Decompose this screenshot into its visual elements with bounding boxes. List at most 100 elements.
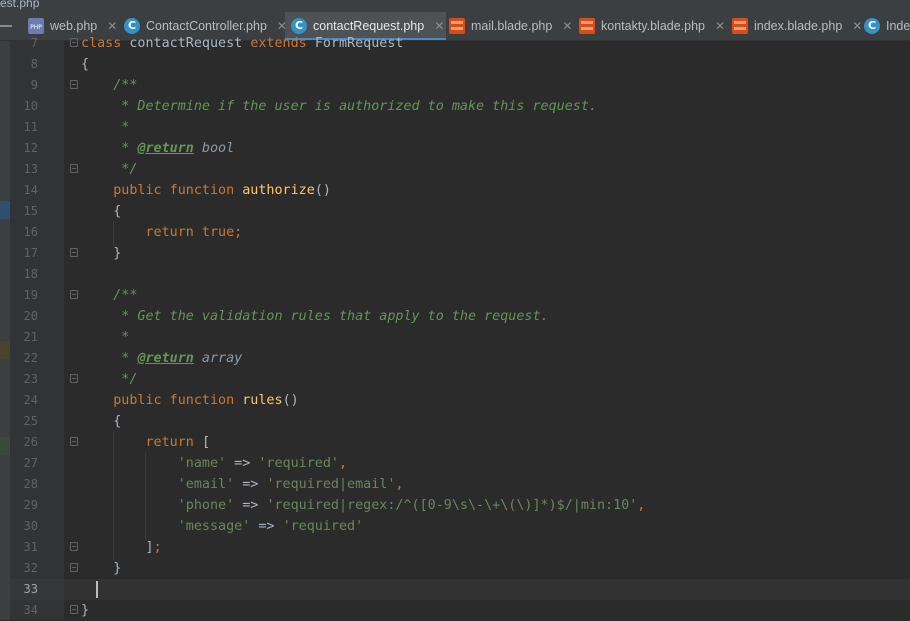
code-text: /** [113, 288, 138, 303]
close-icon[interactable]: ✕ [715, 19, 725, 33]
tab-label: mail.blade.php [471, 19, 553, 33]
blade-file-icon [732, 18, 748, 34]
code-text: * [113, 330, 130, 345]
code-line[interactable]: 8{ [0, 54, 910, 75]
fold-icon[interactable] [70, 374, 78, 383]
code-line[interactable]: 20 * Get the validation rules that apply… [0, 306, 910, 327]
line-number: 21 [23, 330, 38, 344]
line-number: 11 [23, 120, 38, 134]
fold-icon[interactable] [70, 164, 78, 173]
code-line[interactable]: 23 */ [0, 369, 910, 390]
code-text: { [81, 414, 122, 429]
line-number: 8 [30, 57, 38, 71]
line-number: 23 [23, 372, 38, 386]
code-text: 'name' => 'required', [177, 456, 348, 471]
code-line[interactable]: 28 'email' => 'required|email', [0, 474, 910, 495]
blade-file-icon [579, 18, 595, 34]
code-text: public function authorize() [113, 183, 331, 198]
code-line[interactable]: 14 public function authorize() [0, 180, 910, 201]
line-number: 9 [30, 78, 38, 92]
code-line[interactable]: 25 { [0, 411, 910, 432]
line-number: 26 [23, 435, 38, 449]
tab-overflow-icon[interactable] [0, 25, 12, 27]
code-text: } [81, 561, 122, 576]
code-line[interactable]: 33 [0, 579, 910, 600]
php-file-icon [28, 18, 44, 34]
line-number: 27 [23, 456, 38, 470]
blade-file-icon [449, 18, 465, 34]
code-line[interactable]: 21 * [0, 327, 910, 348]
line-number: 25 [23, 414, 38, 428]
code-text: * Get the validation rules that apply to… [113, 309, 549, 324]
line-number: 30 [23, 519, 38, 533]
code-line[interactable]: 32 } [0, 558, 910, 579]
code-line[interactable]: 11 * [0, 117, 910, 138]
fold-icon[interactable] [70, 605, 78, 614]
code-line[interactable]: 17 } [0, 243, 910, 264]
window-title: est.php [0, 0, 40, 10]
line-number: 13 [23, 162, 38, 176]
fold-icon[interactable] [70, 248, 78, 257]
code-line[interactable]: 22 * @return array [0, 348, 910, 369]
code-line[interactable]: 34} [0, 600, 910, 621]
code-line[interactable]: 9 /** [0, 75, 910, 96]
fold-icon[interactable] [70, 542, 78, 551]
code-text: ]; [145, 540, 162, 555]
indent-guide [113, 431, 114, 560]
code-line[interactable]: 15 { [0, 201, 910, 222]
code-text: 'email' => 'required|email', [177, 477, 404, 492]
close-icon[interactable]: ✕ [562, 19, 572, 33]
code-text: 'phone' => 'required|regex:/^([0-9\s\-\+… [177, 498, 646, 513]
code-line[interactable]: 27 'name' => 'required', [0, 453, 910, 474]
code-text: { [81, 204, 122, 219]
tab-label: kontakty.blade.php [601, 19, 706, 33]
code-line[interactable]: 12 * @return bool [0, 138, 910, 159]
close-icon[interactable]: ✕ [107, 19, 117, 33]
line-number: 18 [23, 267, 38, 281]
window-title-strip: est.php [0, 0, 910, 12]
code-line[interactable]: 19 /** [0, 285, 910, 306]
code-line[interactable]: 31 ]; [0, 537, 910, 558]
line-number: 15 [23, 204, 38, 218]
code-line[interactable]: 10 * Determine if the user is authorized… [0, 96, 910, 117]
code-line[interactable]: 18 [0, 264, 910, 285]
code-text: { [81, 57, 90, 72]
line-number: 10 [23, 99, 38, 113]
code-line[interactable]: 13 */ [0, 159, 910, 180]
indent-guide [145, 452, 146, 539]
fold-icon[interactable] [70, 38, 78, 47]
line-number: 20 [23, 309, 38, 323]
code-text: */ [113, 162, 138, 177]
code-line[interactable]: 16 return true; [0, 222, 910, 243]
php-class-icon [864, 18, 880, 34]
fold-icon[interactable] [70, 563, 78, 572]
code-line[interactable]: 24 public function rules() [0, 390, 910, 411]
line-number: 33 [23, 582, 38, 596]
tab-label: web.php [50, 19, 98, 33]
code-text: return true; [145, 225, 243, 240]
code-text: class contactRequest extends FormRequest [81, 36, 404, 51]
code-text: */ [113, 372, 138, 387]
fold-icon[interactable] [70, 437, 78, 446]
code-text: } [81, 246, 122, 261]
fold-icon[interactable] [70, 80, 78, 89]
code-line[interactable]: 7 class contactRequest extends FormReques… [0, 33, 910, 54]
code-line[interactable]: 26 return [ [0, 432, 910, 453]
code-text: * [113, 120, 130, 135]
line-number: 16 [23, 225, 38, 239]
close-icon[interactable]: ✕ [434, 19, 444, 33]
code-text: * @return bool [113, 141, 235, 156]
code-text: return [ [145, 435, 211, 450]
code-line[interactable]: 30 'message' => 'required' [0, 516, 910, 537]
line-number: 32 [23, 561, 38, 575]
line-number: 29 [23, 498, 38, 512]
code-text: * Determine if the user is authorized to… [113, 99, 597, 114]
tab-label: Index [886, 19, 910, 33]
code-line[interactable]: 29 'phone' => 'required|regex:/^([0-9\s\… [0, 495, 910, 516]
current-line-highlight [64, 579, 910, 600]
line-number: 28 [23, 477, 38, 491]
line-number: 31 [23, 540, 38, 554]
php-class-icon [124, 18, 140, 34]
fold-icon[interactable] [70, 290, 78, 299]
tab-label: index.blade.php [754, 19, 843, 33]
